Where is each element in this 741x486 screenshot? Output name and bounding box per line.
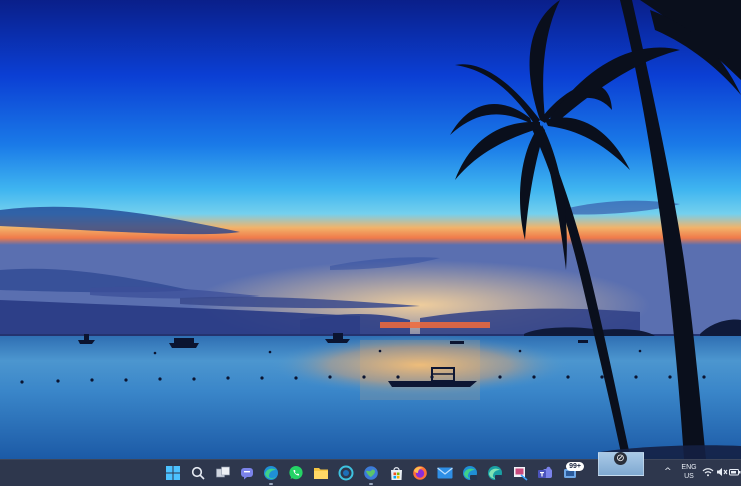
search-button[interactable] bbox=[188, 463, 208, 483]
notification-badge: 99+ bbox=[566, 462, 584, 471]
edge-button[interactable] bbox=[261, 463, 281, 485]
firefox-icon bbox=[413, 466, 427, 480]
mail-button[interactable] bbox=[435, 463, 455, 483]
globe-browser-button[interactable] bbox=[361, 463, 381, 485]
language-indicator[interactable]: ENG US bbox=[679, 463, 699, 481]
running-indicator bbox=[369, 483, 373, 485]
teams-button[interactable] bbox=[535, 463, 555, 483]
chat-button[interactable] bbox=[237, 463, 257, 483]
whatsapp-button[interactable] bbox=[286, 463, 306, 483]
volume-muted-icon[interactable] bbox=[716, 465, 728, 479]
desktop[interactable]: 99+ ^ ENG US ⊘ bbox=[0, 0, 741, 486]
task-view-icon bbox=[216, 466, 230, 478]
language-code: ENG bbox=[681, 464, 697, 471]
mail-icon bbox=[437, 467, 453, 479]
wifi-icon[interactable] bbox=[702, 465, 714, 479]
store-icon bbox=[390, 466, 402, 480]
battery-icon[interactable] bbox=[729, 465, 741, 479]
task-view-button[interactable] bbox=[213, 463, 233, 483]
edge-beta-icon bbox=[463, 466, 477, 480]
file-explorer-button[interactable] bbox=[311, 463, 331, 483]
circle-app-icon bbox=[338, 465, 354, 481]
snip-icon bbox=[513, 466, 528, 481]
folder-icon bbox=[314, 468, 328, 479]
teams-icon bbox=[538, 466, 552, 478]
region-code: US bbox=[684, 473, 694, 480]
edge-dev-icon bbox=[488, 466, 502, 480]
globe-icon bbox=[364, 466, 378, 480]
wallpaper bbox=[0, 0, 741, 459]
search-icon bbox=[191, 466, 205, 480]
windows-logo-icon bbox=[166, 466, 180, 480]
store-button[interactable] bbox=[386, 463, 406, 483]
blocked-icon: ⊘ bbox=[614, 452, 627, 465]
edge-icon bbox=[264, 466, 278, 480]
firefox-button[interactable] bbox=[410, 463, 430, 483]
start-button[interactable] bbox=[163, 463, 183, 483]
running-indicator bbox=[269, 483, 273, 485]
edge-beta-button[interactable] bbox=[460, 463, 480, 483]
snip-button[interactable] bbox=[510, 463, 530, 483]
edge-dev-button[interactable] bbox=[485, 463, 505, 483]
whatsapp-icon bbox=[289, 466, 303, 480]
circle-app-button[interactable] bbox=[336, 463, 356, 483]
teams-chat-icon bbox=[241, 468, 253, 480]
show-hidden-icons-chevron-icon[interactable]: ^ bbox=[664, 467, 672, 478]
